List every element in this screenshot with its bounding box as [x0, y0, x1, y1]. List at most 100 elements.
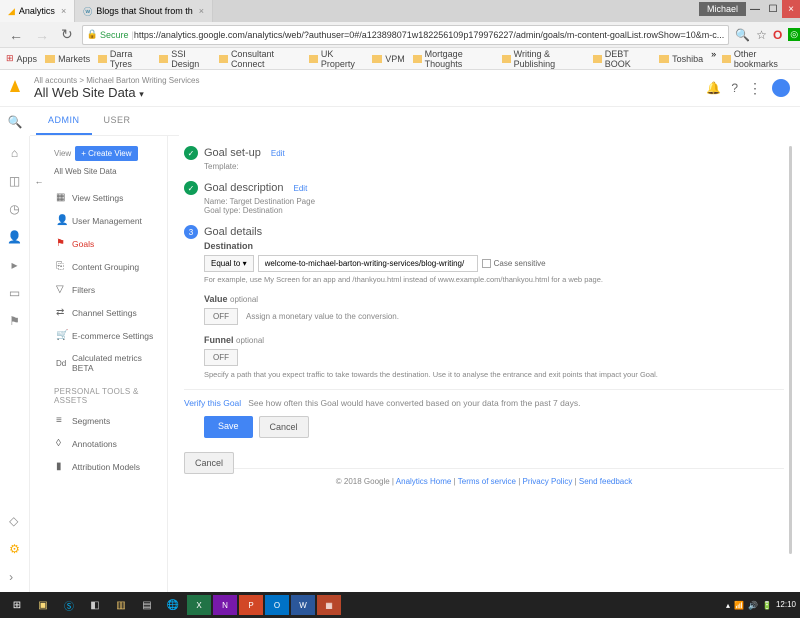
- acquisition-icon[interactable]: ▸: [11, 258, 17, 272]
- funnel-toggle[interactable]: OFF: [204, 349, 238, 366]
- home-icon[interactable]: ⌂: [11, 146, 18, 160]
- other-bookmarks[interactable]: Other bookmarks: [722, 49, 794, 69]
- view-data-selector[interactable]: All Web Site Data: [54, 167, 161, 176]
- admin-item-view-settings[interactable]: ▦View Settings: [54, 186, 161, 209]
- bookmark-item[interactable]: DEBT BOOK: [593, 49, 651, 69]
- view-selector[interactable]: All Web Site Data ▾: [34, 85, 199, 100]
- bookmark-item[interactable]: Markets: [45, 54, 90, 64]
- admin-item-content-grouping[interactable]: ⎘Content Grouping: [54, 255, 161, 278]
- footer-link[interactable]: Privacy Policy: [523, 477, 573, 486]
- conversions-icon[interactable]: ⚑: [9, 314, 20, 328]
- edit-link[interactable]: Edit: [271, 149, 285, 158]
- realtime-icon[interactable]: ◷: [9, 202, 19, 216]
- footer-link[interactable]: Terms of service: [458, 477, 516, 486]
- create-view-button[interactable]: + Create View: [75, 146, 137, 161]
- task-chrome-icon[interactable]: 🌐: [161, 595, 185, 615]
- collapse-icon[interactable]: ›: [9, 570, 20, 584]
- close-button[interactable]: ×: [782, 0, 800, 18]
- clock[interactable]: 12:10: [776, 601, 796, 610]
- tab-user[interactable]: USER: [92, 107, 143, 135]
- back-arrow-icon[interactable]: ←: [35, 176, 44, 186]
- wifi-icon[interactable]: 📶: [734, 601, 744, 610]
- behavior-icon[interactable]: ▭: [9, 286, 20, 300]
- bookmark-item[interactable]: VPM: [372, 54, 405, 64]
- footer-link[interactable]: Analytics Home: [396, 477, 452, 486]
- bookmark-item[interactable]: UK Property: [309, 49, 364, 69]
- task-excel-icon[interactable]: X: [187, 595, 211, 615]
- task-outlook-icon[interactable]: O: [265, 595, 289, 615]
- admin-item-ecommerce[interactable]: 🛒E-commerce Settings: [54, 324, 161, 347]
- discover-icon[interactable]: ◇: [9, 514, 20, 528]
- ext-icon[interactable]: ◎: [788, 28, 800, 41]
- analytics-logo-icon: [10, 80, 26, 96]
- value-toggle[interactable]: OFF: [204, 308, 238, 325]
- task-word-icon[interactable]: W: [291, 595, 315, 615]
- admin-item-channel-settings[interactable]: ⇄Channel Settings: [54, 301, 161, 324]
- help-icon[interactable]: ?: [731, 81, 738, 95]
- admin-item-calc-metrics[interactable]: DdCalculated metrics BETA: [54, 347, 161, 379]
- verify-link[interactable]: Verify this Goal: [184, 398, 241, 408]
- edit-link[interactable]: Edit: [294, 184, 308, 193]
- menu-icon[interactable]: ⋮: [748, 80, 762, 97]
- task-skype-icon[interactable]: Ⓢ: [57, 595, 81, 615]
- cancel-outer-button[interactable]: Cancel: [184, 452, 234, 474]
- task-onenote-icon[interactable]: N: [213, 595, 237, 615]
- cancel-button[interactable]: Cancel: [259, 416, 309, 438]
- taskbar: ⊞ ▣ Ⓢ ◧ ▥ ▤ 🌐 X N P O W ▦ ▴ 📶 🔊 🔋 12:10: [0, 592, 800, 618]
- case-sensitive-checkbox[interactable]: [482, 259, 491, 268]
- footer-link[interactable]: Send feedback: [579, 477, 632, 486]
- step-goal-description[interactable]: ✓ Goal description Edit: [184, 181, 784, 195]
- bookmark-item[interactable]: Toshiba: [659, 54, 703, 64]
- bookmark-item[interactable]: SSI Design: [159, 49, 211, 69]
- bookmark-item[interactable]: Mortgage Thoughts: [413, 49, 494, 69]
- bookmark-item[interactable]: Consultant Connect: [219, 49, 301, 69]
- admin-item-segments[interactable]: ≡Segments: [54, 409, 161, 432]
- browser-tab[interactable]: ⓦ Blogs that Shout from th ×: [75, 0, 213, 22]
- step-goal-setup[interactable]: ✓ Goal set-up Edit: [184, 146, 784, 160]
- bookmark-overflow[interactable]: »: [711, 49, 716, 69]
- gear-icon[interactable]: ⚙: [9, 542, 20, 556]
- url-bar[interactable]: 🔒 Secure | https://analytics.google.com/…: [82, 25, 729, 45]
- task-explorer-icon[interactable]: ▣: [31, 595, 55, 615]
- task-app-icon[interactable]: ▦: [317, 595, 341, 615]
- volume-icon[interactable]: 🔊: [748, 601, 758, 610]
- apps-button[interactable]: ⊞Apps: [6, 53, 37, 64]
- battery-icon[interactable]: 🔋: [762, 601, 772, 610]
- admin-item-user-mgmt[interactable]: 👤User Management: [54, 209, 161, 232]
- task-powerpoint-icon[interactable]: P: [239, 595, 263, 615]
- tab-admin[interactable]: ADMIN: [36, 107, 92, 135]
- avatar[interactable]: [772, 79, 790, 97]
- search-icon[interactable]: 🔍: [8, 115, 23, 129]
- bookmark-item[interactable]: Writing & Publishing: [502, 49, 585, 69]
- star-icon[interactable]: ☆: [756, 28, 767, 42]
- match-type-dropdown[interactable]: Equal to ▾: [204, 255, 254, 272]
- admin-item-filters[interactable]: ▽Filters: [54, 278, 161, 301]
- destination-input[interactable]: [258, 255, 478, 272]
- admin-item-attribution[interactable]: ▮Attribution Models: [54, 455, 161, 478]
- tray-icon[interactable]: ▴: [726, 601, 730, 610]
- audience-icon[interactable]: 👤: [7, 230, 22, 244]
- bookmark-item[interactable]: Darra Tyres: [98, 49, 151, 69]
- personal-header: PERSONAL TOOLS & ASSETS: [54, 387, 161, 405]
- close-icon[interactable]: ×: [199, 6, 204, 16]
- bell-icon[interactable]: 🔔: [706, 81, 721, 95]
- back-button[interactable]: ←: [6, 27, 26, 43]
- task-app-icon[interactable]: ▥: [109, 595, 133, 615]
- task-app-icon[interactable]: ◧: [83, 595, 107, 615]
- user-badge[interactable]: Michael: [699, 2, 746, 16]
- forward-button[interactable]: →: [32, 27, 52, 43]
- close-icon[interactable]: ×: [61, 6, 66, 16]
- browser-tab-active[interactable]: ◢ Analytics ×: [0, 0, 75, 22]
- customization-icon[interactable]: ◫: [9, 174, 20, 188]
- start-button[interactable]: ⊞: [5, 595, 29, 615]
- minimize-button[interactable]: —: [746, 0, 764, 18]
- breadcrumb[interactable]: All accounts > Michael Barton Writing Se…: [34, 76, 199, 85]
- task-app-icon[interactable]: ▤: [135, 595, 159, 615]
- opera-icon[interactable]: O: [773, 28, 782, 42]
- maximize-button[interactable]: ☐: [764, 0, 782, 18]
- save-button[interactable]: Save: [204, 416, 253, 438]
- admin-item-goals[interactable]: ⚑Goals: [54, 232, 161, 255]
- search-icon[interactable]: 🔍: [735, 28, 750, 42]
- reload-button[interactable]: ↻: [58, 26, 76, 43]
- admin-item-annotations[interactable]: ◊Annotations: [54, 432, 161, 455]
